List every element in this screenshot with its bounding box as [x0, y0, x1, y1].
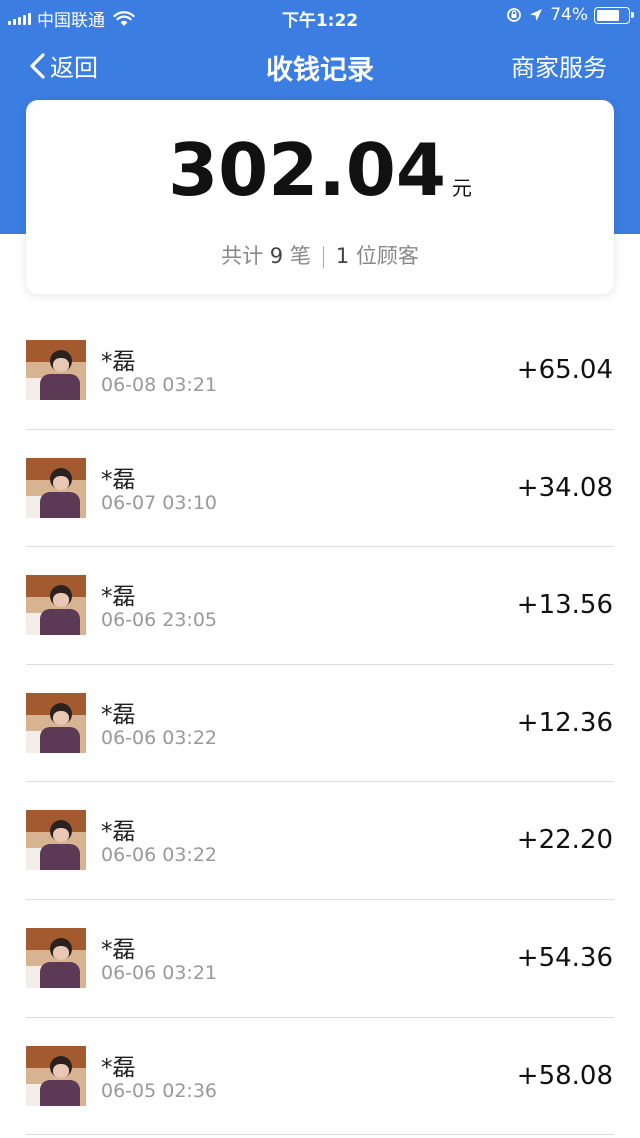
- customer-suffix: 位顾客: [355, 244, 419, 268]
- transaction-amount: +54.36: [516, 942, 613, 973]
- back-label: 返回: [50, 54, 98, 82]
- transaction-row[interactable]: *磊 06-07 03:10 +34.08: [0, 430, 640, 548]
- battery-icon: [594, 6, 634, 24]
- transaction-amount: +58.08: [516, 1060, 613, 1091]
- merchant-services-button[interactable]: 商家服务: [511, 48, 607, 83]
- summary-stats: 共计 9 笔1 位顾客: [26, 240, 614, 270]
- payer-name: *磊: [101, 584, 136, 611]
- transaction-time: 06-06 03:22: [101, 726, 218, 749]
- transaction-time: 06-06 03:22: [101, 844, 218, 867]
- transaction-amount: +65.04: [516, 355, 613, 385]
- payer-name: *磊: [101, 349, 136, 375]
- status-right: 74%: [506, 5, 634, 25]
- status-bar: 中国联通 下午1:22 74%: [0, 0, 640, 34]
- customer-count: 1: [335, 244, 350, 268]
- battery-fill: [597, 9, 620, 21]
- location-arrow-icon: [530, 9, 543, 21]
- total-amount-block: 302.04 元: [26, 128, 614, 212]
- transaction-time: 06-05 02:36: [101, 1079, 218, 1102]
- transaction-amount: +34.08: [516, 472, 613, 503]
- transaction-row[interactable]: *磊 06-06 23:05 +13.56: [0, 547, 640, 665]
- transaction-count: 9: [269, 244, 284, 268]
- transaction-time: 06-08 03:21: [101, 374, 218, 396]
- nav-bar: 返回 收钱记录 商家服务: [0, 40, 640, 92]
- transaction-amount: +13.56: [516, 590, 613, 621]
- transaction-time: 06-06 23:05: [101, 609, 218, 632]
- transaction-row[interactable]: *磊 06-08 03:21 +65.04: [0, 312, 640, 430]
- payer-name: *磊: [101, 936, 136, 963]
- count-suffix: 笔: [289, 244, 311, 268]
- payer-name: *磊: [101, 466, 136, 493]
- avatar: [26, 692, 86, 753]
- payer-name: *磊: [101, 819, 136, 846]
- transaction-row[interactable]: *磊 06-06 03:22 +12.36: [0, 665, 640, 783]
- row-divider: [26, 1134, 614, 1136]
- transaction-list: *磊 06-08 03:21 +65.04 *磊 06-07 03:10 +34…: [0, 312, 640, 1136]
- back-button[interactable]: 返回: [28, 48, 98, 83]
- summary-divider: [322, 246, 324, 268]
- payer-name: *磊: [101, 701, 136, 728]
- transaction-row[interactable]: *磊 06-06 03:21 +54.36: [0, 900, 640, 1018]
- avatar: [26, 457, 86, 518]
- summary-card: 302.04 元 共计 9 笔1 位顾客: [26, 100, 614, 294]
- avatar: [26, 810, 86, 871]
- transaction-time: 06-06 03:21: [101, 961, 218, 984]
- transaction-amount: +12.36: [516, 707, 613, 738]
- battery-percent: 74%: [550, 5, 588, 25]
- chevron-left-icon: [30, 52, 45, 79]
- avatar: [26, 340, 86, 400]
- payer-name: *磊: [101, 1054, 136, 1081]
- avatar: [26, 1045, 86, 1106]
- transaction-row[interactable]: *磊 06-06 03:22 +22.20: [0, 782, 640, 900]
- count-prefix: 共计: [221, 244, 264, 268]
- total-amount: 302.04: [168, 128, 446, 212]
- rotation-lock-icon: [507, 8, 522, 22]
- transaction-time: 06-07 03:10: [101, 491, 218, 514]
- total-unit: 元: [451, 176, 472, 200]
- avatar: [26, 575, 86, 636]
- transaction-row[interactable]: *磊 06-05 02:36 +58.08: [0, 1018, 640, 1136]
- transaction-amount: +22.20: [516, 825, 613, 856]
- avatar: [26, 927, 86, 988]
